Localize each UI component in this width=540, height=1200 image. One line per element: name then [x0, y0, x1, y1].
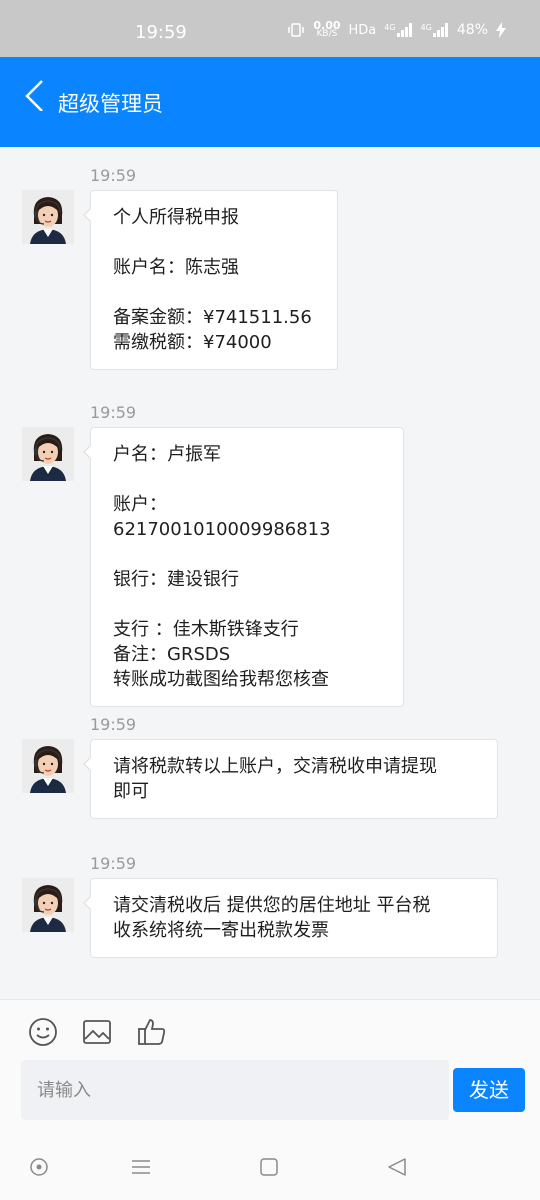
message-text: 请交清税收后 提供您的居住地址 平台税 收系统将统一寄出税款发票 — [113, 895, 431, 941]
message-bubble[interactable]: 请将税款转以上账户，交清税收申请提现 即可 — [83, 739, 498, 819]
message-timestamp: 19:59 — [90, 403, 137, 422]
message-bubble[interactable]: 个人所得税申报 账户名：陈志强 备案金额：¥741511.56 需缴税额：¥74… — [83, 190, 338, 370]
message-text: 个人所得税申报 账户名：陈志强 备案金额：¥741511.56 需缴税额：¥74… — [113, 207, 312, 353]
back-arrow-icon[interactable] — [22, 79, 54, 111]
assistant-icon[interactable] — [28, 1156, 50, 1178]
message-timestamp: 19:59 — [90, 854, 137, 873]
message-timestamp: 19:59 — [90, 166, 137, 185]
agent-avatar-icon — [22, 427, 74, 481]
message-bubble[interactable]: 户名：卢振军 账户：6217001010009986813 银行：建设银行 支行… — [83, 427, 404, 707]
message-text: 请将税款转以上账户，交清税收申请提现 即可 — [113, 756, 437, 802]
status-bar: 19:59 0.00 KB/S HDa 4G 4G 48% — [0, 0, 540, 57]
net-speed: 0.00 KB/S — [313, 19, 341, 39]
message-input[interactable] — [21, 1060, 449, 1120]
hd-indicator: HDa — [348, 22, 377, 38]
status-time: 19:59 — [135, 22, 187, 43]
home-icon[interactable] — [258, 1156, 280, 1178]
page-title: 超级管理员 — [58, 92, 163, 116]
message-text: 户名：卢振军 账户：6217001010009986813 银行：建设银行 支行… — [113, 444, 331, 690]
emoji-icon[interactable] — [28, 1017, 58, 1047]
composer: 发送 — [0, 999, 540, 1135]
charging-icon — [496, 22, 506, 38]
avatar[interactable] — [22, 427, 74, 481]
message-bubble[interactable]: 请交清税收后 提供您的居住地址 平台税 收系统将统一寄出税款发票 — [83, 878, 498, 958]
agent-avatar-icon — [22, 878, 74, 932]
status-indicators: 0.00 KB/S HDa 4G 4G 48% — [287, 19, 506, 39]
like-icon[interactable] — [137, 1017, 167, 1047]
avatar[interactable] — [22, 878, 74, 932]
back-icon[interactable] — [386, 1156, 408, 1178]
signal-icon-2: 4G — [421, 23, 449, 37]
battery-level: 48% — [456, 22, 488, 38]
chat-header: 超级管理员 — [0, 57, 540, 147]
send-button[interactable]: 发送 — [453, 1068, 525, 1112]
menu-icon[interactable] — [130, 1156, 152, 1178]
signal-icon-1: 4G — [384, 23, 412, 37]
image-icon[interactable] — [82, 1017, 112, 1047]
message-list[interactable]: 19:59 个人所得税申报 账户名：陈志强 备案金额：¥741511.56 需缴… — [0, 147, 540, 999]
avatar[interactable] — [22, 190, 74, 244]
message-timestamp: 19:59 — [90, 715, 137, 734]
agent-avatar-icon — [22, 190, 74, 244]
vibrate-icon — [288, 23, 305, 37]
avatar[interactable] — [22, 739, 74, 793]
agent-avatar-icon — [22, 739, 74, 793]
system-nav-bar — [0, 1134, 540, 1200]
